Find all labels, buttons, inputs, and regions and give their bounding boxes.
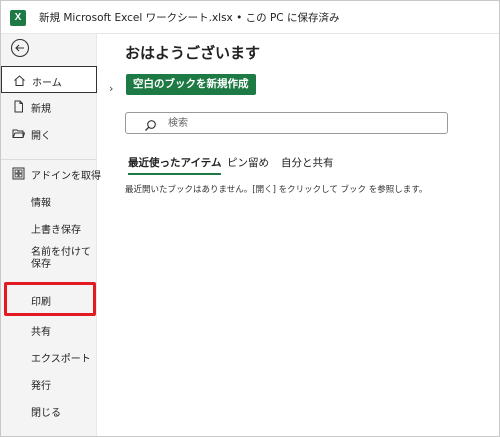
title-bar: X 新規 Microsoft Excel ワークシート.xlsx • この PC… (1, 1, 499, 34)
search-icon (144, 117, 157, 131)
back-arrow-icon[interactable] (10, 38, 30, 58)
sidebar-item-label: 発行 (31, 381, 51, 392)
sidebar-item-get-addins[interactable]: アドインを取得 (1, 160, 101, 187)
sidebar-item-label: 情報 (31, 198, 51, 209)
sidebar-item-label: エクスポート (31, 354, 91, 365)
addins-grid-icon (12, 167, 25, 180)
sidebar-item-label: 共有 (31, 327, 51, 338)
chevron-right-icon[interactable]: › (109, 82, 113, 95)
empty-recent-message: 最近開いたブックはありません。[開く] をクリックして ブック を参照します。 (125, 185, 428, 195)
tab-pinned[interactable]: ピン留め (227, 155, 269, 173)
home-icon (13, 74, 26, 87)
sidebar-item-home[interactable]: ホーム (1, 66, 97, 93)
window-title: 新規 Microsoft Excel ワークシート.xlsx • この PC に… (39, 12, 340, 24)
print-highlight-box (4, 282, 96, 316)
new-document-icon (12, 100, 25, 113)
tab-shared-with-me[interactable]: 自分と共有 (281, 155, 334, 173)
sidebar-item-close[interactable]: 閉じる (1, 397, 97, 424)
excel-backstage-window: X 新規 Microsoft Excel ワークシート.xlsx • この PC… (0, 0, 500, 437)
search-box[interactable] (125, 112, 448, 134)
sidebar-item-open[interactable]: 開く (1, 120, 97, 147)
sidebar-item-new[interactable]: 新規 (1, 93, 97, 120)
excel-app-icon: X (10, 10, 26, 26)
sidebar-item-export[interactable]: エクスポート (1, 343, 97, 370)
sidebar-item-share[interactable]: 共有 (1, 316, 97, 343)
sidebar-item-save-as[interactable]: 名前を付けて保存 (1, 241, 97, 277)
sidebar-item-label: アドインを取得 (31, 171, 101, 182)
sidebar-item-label: ホーム (32, 78, 62, 89)
new-blank-workbook-button[interactable]: 空白のブックを新規作成 (126, 74, 256, 95)
tab-recent[interactable]: 最近使ったアイテム (128, 155, 222, 175)
sidebar-item-label: 開く (31, 131, 51, 142)
sidebar-item-label: 名前を付けて保存 (31, 247, 91, 270)
sidebar-item-publish[interactable]: 発行 (1, 370, 97, 397)
sidebar-item-label: 上書き保存 (31, 225, 81, 236)
sidebar-item-info[interactable]: 情報 (1, 187, 97, 214)
sidebar-item-label: 閉じる (31, 408, 61, 419)
sidebar-item-save[interactable]: 上書き保存 (1, 214, 97, 241)
greeting-heading: おはようございます (125, 44, 261, 62)
backstage-main: おはようございます › 空白のブックを新規作成 最近使ったアイテム ピン留め 自… (97, 34, 499, 436)
open-folder-icon (12, 127, 26, 140)
backstage-sidebar: ホーム 新規 開く アドインを取得 情報 上書き保存 名前を付けて保存 印刷 共… (1, 34, 101, 436)
search-input[interactable] (168, 116, 428, 131)
sidebar-item-label: 新規 (31, 104, 51, 115)
